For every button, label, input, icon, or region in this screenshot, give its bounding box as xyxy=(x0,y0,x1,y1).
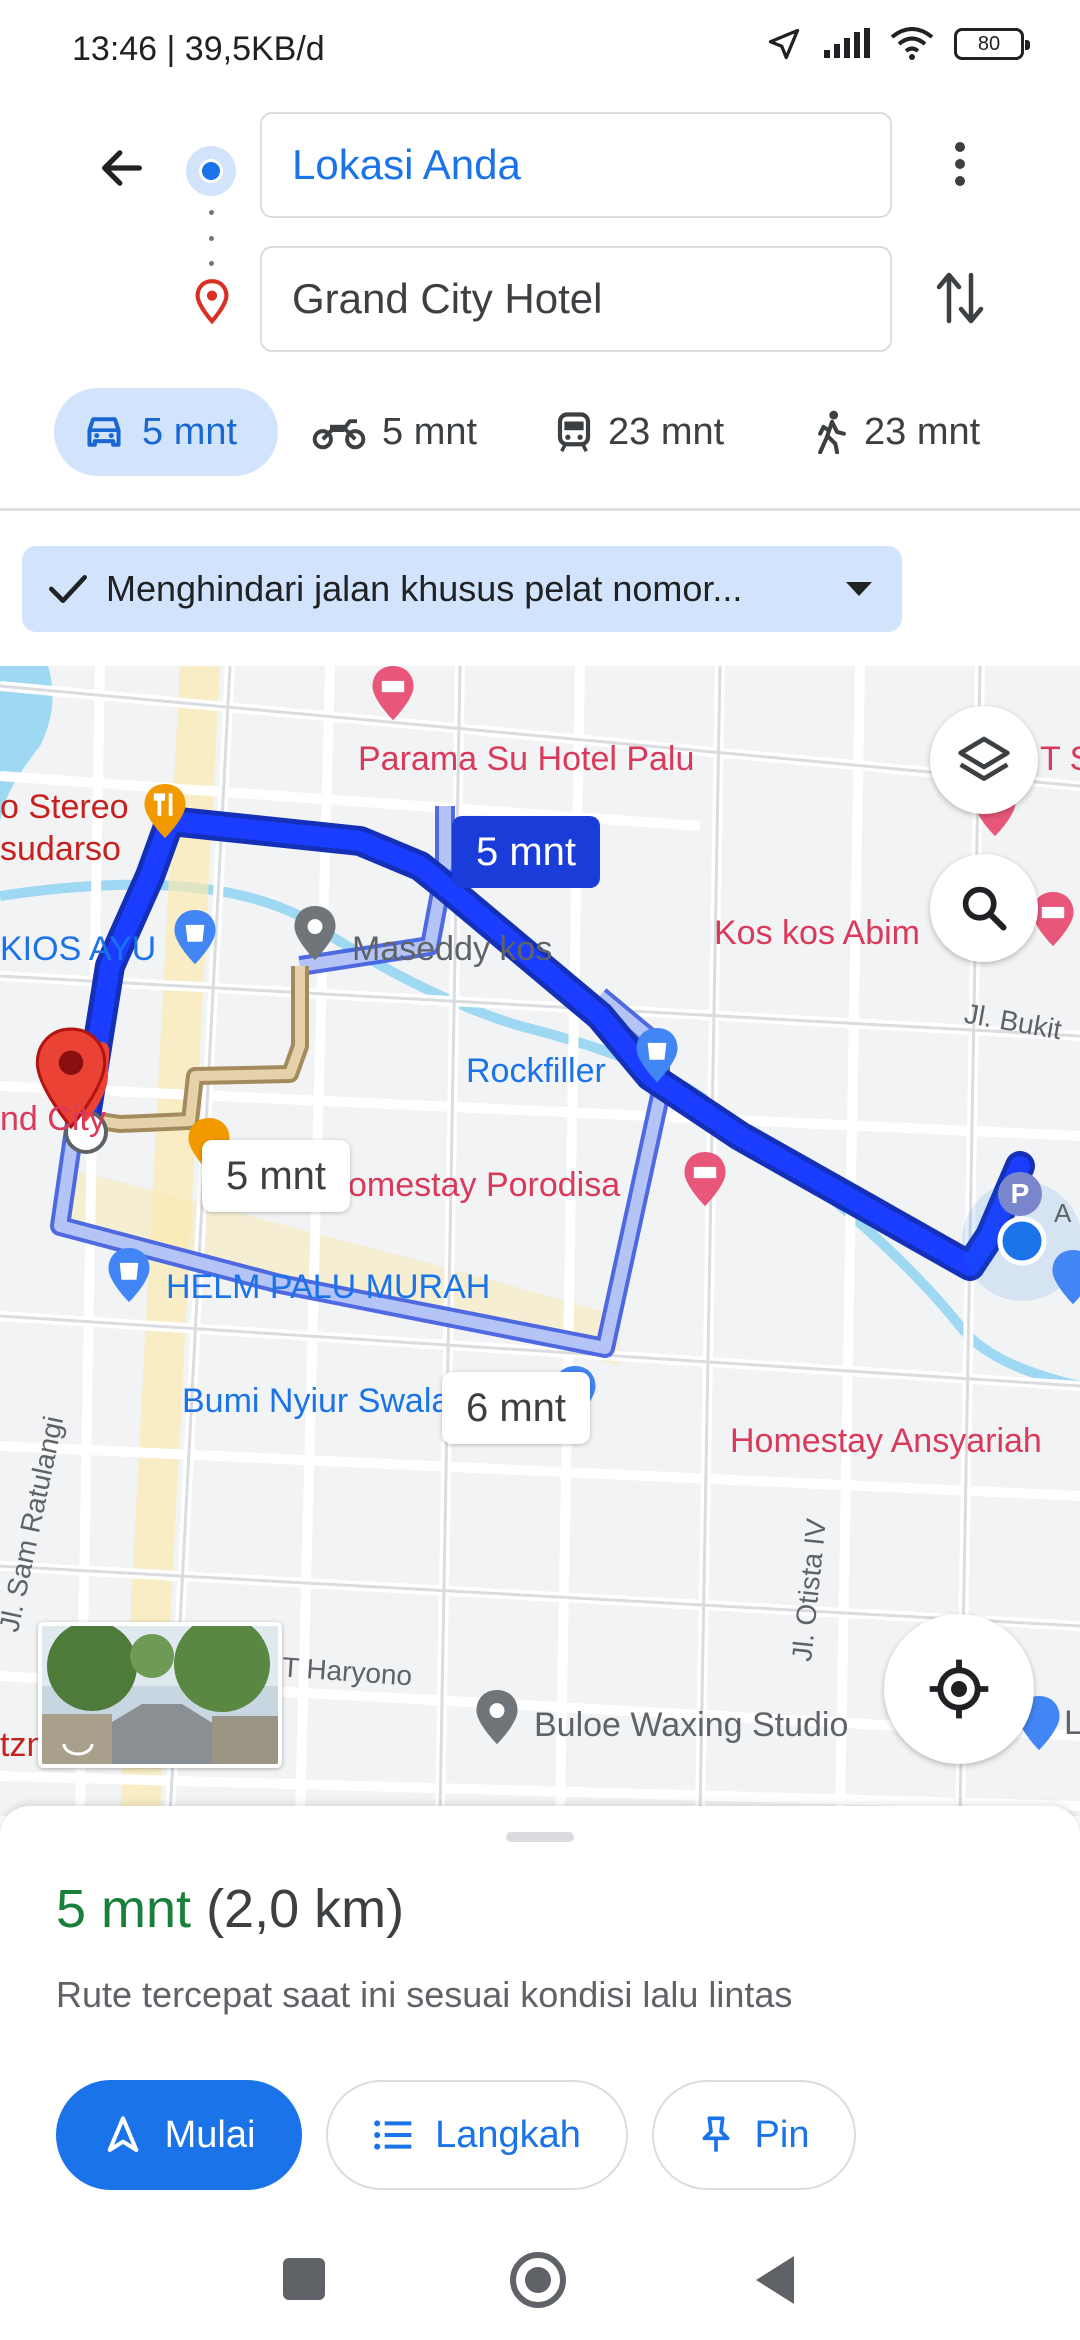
origin-dot-icon xyxy=(186,146,236,196)
wifi-icon xyxy=(890,27,934,60)
my-location-button[interactable] xyxy=(884,1614,1034,1764)
swap-vert-icon xyxy=(936,272,984,324)
layers-button[interactable] xyxy=(930,706,1038,814)
route-distance: (2,0 km) xyxy=(206,1879,405,1939)
street-view-image xyxy=(42,1626,278,1764)
shop-pin-icon-4[interactable] xyxy=(1050,1250,1080,1306)
arrow-back-icon xyxy=(102,150,142,186)
parking-icon[interactable]: P xyxy=(998,1172,1042,1216)
destination-input[interactable]: Grand City Hotel xyxy=(260,246,892,352)
my-location-icon xyxy=(929,1659,989,1719)
place-label-maseddy[interactable]: Maseddy kos xyxy=(352,930,552,969)
shop-pin-icon[interactable] xyxy=(172,910,218,966)
steps-button[interactable]: Langkah xyxy=(326,2080,628,2190)
place-label-parama[interactable]: Parama Su Hotel Palu xyxy=(358,740,694,779)
more-options-button[interactable] xyxy=(930,134,990,194)
mode-driving-label: 5 mnt xyxy=(142,410,238,453)
place-label-edge-a: A xyxy=(1054,1198,1072,1228)
status-icons: 80 xyxy=(766,26,1030,62)
more-vert-icon xyxy=(955,142,965,186)
route-options-chip[interactable]: Menghindari jalan khusus pelat nomor... xyxy=(22,546,902,632)
mode-motorcycle-label: 5 mnt xyxy=(382,410,478,453)
mode-walking[interactable]: 23 mnt xyxy=(816,388,980,476)
layers-icon xyxy=(958,736,1010,781)
mode-transit[interactable]: 23 mnt xyxy=(556,388,724,476)
place-label-kos-abim[interactable]: Kos kos Abim xyxy=(714,914,920,953)
mode-walking-label: 23 mnt xyxy=(864,410,981,453)
map-view[interactable]: P Parama Su Hotel Palu T S o Stereo suda… xyxy=(0,666,1080,1816)
alt-route-1-duration-label: 5 mnt xyxy=(226,1153,327,1198)
street-view-thumbnail[interactable] xyxy=(38,1622,282,1768)
route-connector xyxy=(208,210,214,266)
dropdown-caret-icon xyxy=(846,582,872,596)
alt-route-2-duration-label: 6 mnt xyxy=(466,1385,567,1430)
pin-button-label: Pin xyxy=(754,2113,810,2156)
recents-button[interactable] xyxy=(283,2258,325,2300)
place-label-stereo[interactable]: o Stereo xyxy=(0,788,129,827)
steps-button-label: Langkah xyxy=(435,2113,581,2156)
swap-button[interactable] xyxy=(930,266,990,330)
place-pin-icon[interactable] xyxy=(292,906,338,962)
start-button[interactable]: Mulai xyxy=(56,2080,302,2190)
home-button[interactable] xyxy=(510,2252,566,2308)
place-label-edge-ts: T S xyxy=(1040,740,1080,778)
destination-pin-icon xyxy=(195,279,229,325)
place-label-buloe[interactable]: Buloe Waxing Studio xyxy=(534,1706,848,1745)
alt-route-1-duration[interactable]: 5 mnt xyxy=(202,1140,351,1212)
restaurant-pin-icon[interactable] xyxy=(142,784,188,840)
system-nav-bar xyxy=(0,2220,1080,2340)
place-label-rockfiller[interactable]: Rockfiller xyxy=(466,1052,606,1091)
location-arrow-icon xyxy=(768,28,800,60)
place-pin-icon-2[interactable] xyxy=(474,1690,520,1746)
navigation-arrow-icon xyxy=(107,2116,138,2152)
primary-route-duration[interactable]: 5 mnt xyxy=(452,816,601,888)
place-label-sudarso[interactable]: sudarso xyxy=(0,830,121,869)
pin-button[interactable]: Pin xyxy=(652,2080,856,2190)
shop-pin-icon-3[interactable] xyxy=(106,1248,152,1304)
start-button-label: Mulai xyxy=(164,2113,256,2156)
search-icon xyxy=(962,886,1007,931)
mode-driving[interactable]: 5 mnt xyxy=(54,388,278,476)
place-label-homestay-ansyariah[interactable]: Homestay Ansyariah xyxy=(730,1422,1042,1461)
alt-route-2-duration[interactable]: 6 mnt xyxy=(442,1372,591,1444)
hotel-pin-icon[interactable] xyxy=(370,666,416,722)
route-description: Rute tercepat saat ini sesuai kondisi la… xyxy=(56,1974,793,2015)
check-icon xyxy=(49,575,87,604)
route-summary: 5 mnt (2,0 km) xyxy=(56,1878,404,1940)
place-label-helm[interactable]: HELM PALU MURAH xyxy=(166,1268,490,1307)
battery-level: 80 xyxy=(977,32,1001,55)
list-icon xyxy=(374,2120,412,2150)
system-back-button[interactable] xyxy=(756,2256,794,2304)
motorcycle-icon xyxy=(312,419,366,450)
shop-pin-icon-2[interactable] xyxy=(634,1028,680,1084)
header-divider xyxy=(0,508,1080,511)
mode-motorcycle[interactable]: 5 mnt xyxy=(312,388,477,476)
sheet-drag-handle[interactable] xyxy=(506,1832,574,1842)
search-along-route-button[interactable] xyxy=(930,854,1038,962)
pin-icon xyxy=(702,2116,730,2152)
place-label-edge-l: L xyxy=(1064,1704,1080,1742)
travel-modes: 5 mnt 5 mnt 23 mnt 23 mnt xyxy=(54,388,1054,478)
train-icon xyxy=(557,412,591,453)
route-time: 5 mnt xyxy=(56,1879,192,1939)
back-button[interactable] xyxy=(90,136,154,200)
place-label-grand-city[interactable]: nd City xyxy=(0,1100,106,1139)
current-location-marker xyxy=(997,1216,1047,1266)
primary-route-duration-label: 5 mnt xyxy=(476,829,577,874)
parking-label: P xyxy=(1010,1178,1030,1209)
mode-transit-label: 23 mnt xyxy=(608,410,725,453)
hotel-pin-icon-2[interactable] xyxy=(682,1152,728,1208)
place-label-homestay-porodisa[interactable]: omestay Porodisa xyxy=(348,1166,620,1205)
status-bar: 13:46 | 39,5KB/d 80 xyxy=(0,0,1080,100)
battery-icon: 80 xyxy=(954,28,1030,60)
place-label-kios[interactable]: KIOS AYU xyxy=(0,930,156,969)
route-options-label: Menghindari jalan khusus pelat nomor... xyxy=(106,568,743,609)
status-time: 13:46 | 39,5KB/d xyxy=(72,30,325,68)
signal-icon xyxy=(824,28,870,58)
origin-input[interactable]: Lokasi Anda xyxy=(260,112,892,218)
walk-icon xyxy=(818,410,846,454)
car-icon xyxy=(87,417,121,447)
